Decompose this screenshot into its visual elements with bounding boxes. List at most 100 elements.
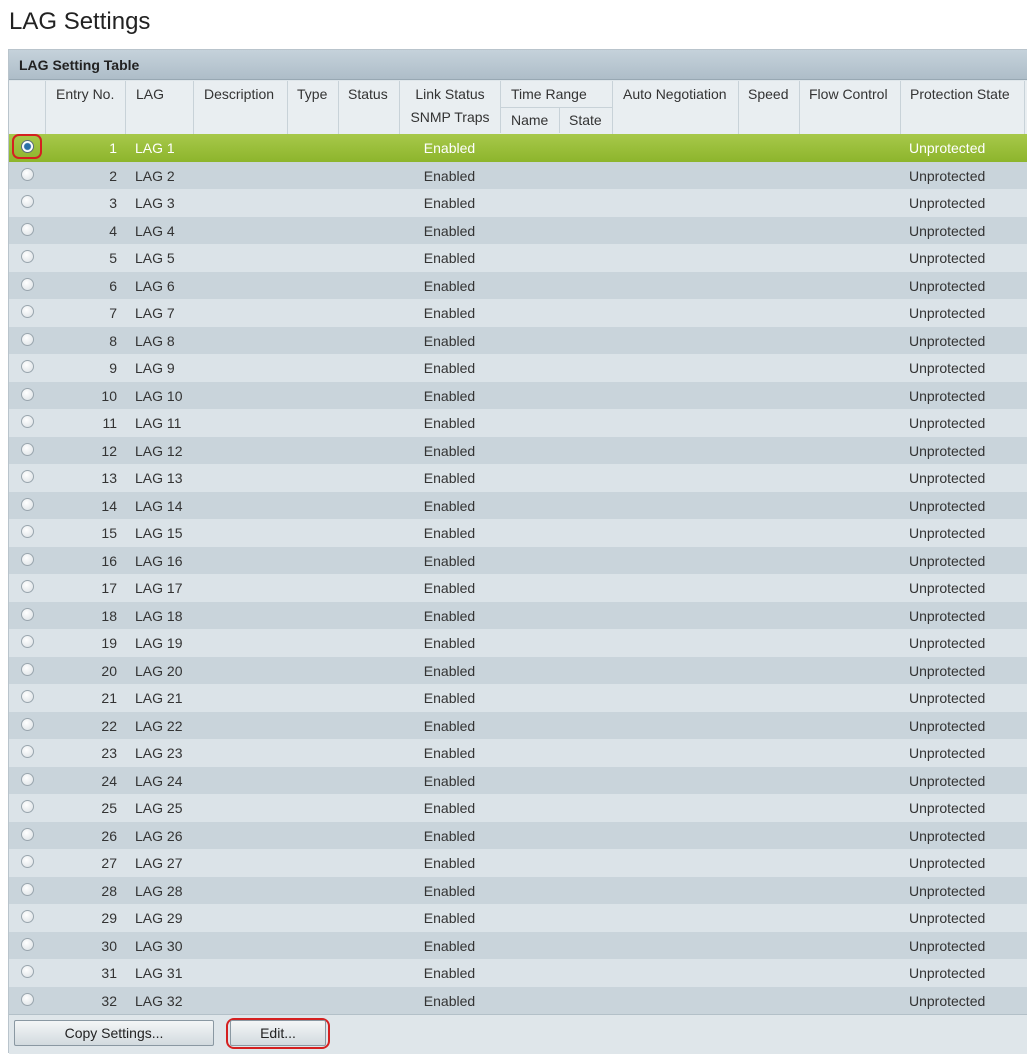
protection-state-cell: Unprotected bbox=[909, 910, 986, 926]
row-select-radio[interactable] bbox=[21, 882, 34, 896]
table-row[interactable]: 12 LAG 12 Enabled Unprotected bbox=[9, 436, 1027, 464]
protection-state-cell: Unprotected bbox=[909, 965, 986, 981]
header-speed: Speed bbox=[738, 81, 799, 134]
table-row[interactable]: 32 LAG 32 Enabled Unprotected bbox=[9, 986, 1027, 1014]
table-row[interactable]: 22 LAG 22 Enabled Unprotected bbox=[9, 711, 1027, 739]
link-status-cell: Enabled bbox=[423, 250, 476, 266]
row-select-radio[interactable] bbox=[21, 497, 34, 511]
protection-state-cell: Unprotected bbox=[909, 167, 986, 184]
entry-no-cell: 8 bbox=[109, 332, 117, 349]
table-row[interactable]: 6 LAG 6 Enabled Unprotected bbox=[9, 271, 1027, 299]
edit-button[interactable]: Edit... bbox=[230, 1020, 326, 1046]
table-row[interactable]: 15 LAG 15 Enabled Unprotected bbox=[9, 519, 1027, 547]
protection-state-cell: Unprotected bbox=[909, 195, 986, 211]
link-status-cell: Enabled bbox=[423, 305, 476, 321]
entry-no-cell: 9 bbox=[109, 360, 117, 376]
table-row[interactable]: 1 LAG 1 Enabled Unprotected bbox=[9, 134, 1027, 162]
lag-setting-table-panel: LAG Setting Table Entry No. LAG Descript… bbox=[8, 49, 1027, 1054]
table-row[interactable]: 16 LAG 16 Enabled Unprotected bbox=[9, 546, 1027, 574]
protection-state-cell: Unprotected bbox=[909, 525, 986, 541]
table-row[interactable]: 14 LAG 14 Enabled Unprotected bbox=[9, 491, 1027, 519]
row-select-radio[interactable] bbox=[21, 250, 34, 263]
copy-settings-button[interactable]: Copy Settings... bbox=[14, 1020, 214, 1046]
table-row[interactable]: 21 LAG 21 Enabled Unprotected bbox=[9, 684, 1027, 712]
row-select-radio[interactable] bbox=[21, 415, 34, 428]
table-row[interactable]: 13 LAG 13 Enabled Unprotected bbox=[9, 464, 1027, 492]
row-select-radio[interactable] bbox=[21, 442, 34, 456]
row-select-radio[interactable] bbox=[21, 525, 34, 538]
table-row[interactable]: 19 LAG 19 Enabled Unprotected bbox=[9, 629, 1027, 657]
link-status-cell: Enabled bbox=[423, 910, 476, 926]
row-select-radio[interactable] bbox=[21, 855, 34, 868]
protection-state-cell: Unprotected bbox=[909, 882, 986, 899]
row-select-radio[interactable] bbox=[21, 690, 34, 703]
link-status-cell: Enabled bbox=[423, 470, 476, 486]
table-row[interactable]: 31 LAG 31 Enabled Unprotected bbox=[9, 959, 1027, 987]
row-select-radio[interactable] bbox=[21, 470, 34, 483]
table-row[interactable]: 3 LAG 3 Enabled Unprotected bbox=[9, 189, 1027, 217]
row-select-radio[interactable] bbox=[21, 745, 34, 758]
protection-state-cell: Unprotected bbox=[909, 332, 986, 349]
lag-cell: LAG 18 bbox=[135, 607, 183, 624]
table-row[interactable]: 9 LAG 9 Enabled Unprotected bbox=[9, 354, 1027, 382]
row-select-radio[interactable] bbox=[21, 800, 34, 813]
table-row[interactable]: 17 LAG 17 Enabled Unprotected bbox=[9, 574, 1027, 602]
table-row[interactable]: 24 LAG 24 Enabled Unprotected bbox=[9, 766, 1027, 794]
row-select-radio[interactable] bbox=[21, 387, 34, 401]
row-select-radio[interactable] bbox=[21, 580, 34, 593]
table-row[interactable]: 25 LAG 25 Enabled Unprotected bbox=[9, 794, 1027, 822]
protection-state-cell: Unprotected bbox=[909, 800, 986, 816]
table-row[interactable]: 26 LAG 26 Enabled Unprotected bbox=[9, 821, 1027, 849]
row-select-radio[interactable] bbox=[21, 607, 34, 621]
row-select-radio[interactable] bbox=[21, 827, 34, 841]
row-select-radio[interactable] bbox=[21, 635, 34, 648]
entry-no-cell: 11 bbox=[102, 415, 117, 431]
table-row[interactable]: 10 LAG 10 Enabled Unprotected bbox=[9, 381, 1027, 409]
protection-state-cell: Unprotected bbox=[909, 442, 986, 459]
row-select-radio[interactable] bbox=[21, 332, 34, 346]
table-row[interactable]: 7 LAG 7 Enabled Unprotected bbox=[9, 299, 1027, 327]
table-row[interactable]: 29 LAG 29 Enabled Unprotected bbox=[9, 904, 1027, 932]
lag-cell: LAG 10 bbox=[135, 387, 183, 404]
lag-cell: LAG 12 bbox=[135, 442, 183, 459]
table-row[interactable]: 4 LAG 4 Enabled Unprotected bbox=[9, 216, 1027, 244]
entry-no-cell: 30 bbox=[101, 937, 117, 954]
row-select-radio[interactable] bbox=[21, 992, 34, 1006]
row-select-radio[interactable] bbox=[21, 222, 34, 236]
row-select-radio[interactable] bbox=[21, 772, 34, 786]
table-row[interactable]: 11 LAG 11 Enabled Unprotected bbox=[9, 409, 1027, 437]
row-select-radio[interactable] bbox=[21, 910, 34, 923]
table-row[interactable]: 23 LAG 23 Enabled Unprotected bbox=[9, 739, 1027, 767]
entry-no-cell: 5 bbox=[109, 250, 117, 266]
table-row[interactable]: 28 LAG 28 Enabled Unprotected bbox=[9, 876, 1027, 904]
page-title: LAG Settings bbox=[9, 8, 151, 35]
table-row[interactable]: 20 LAG 20 Enabled Unprotected bbox=[9, 656, 1027, 684]
row-select-radio[interactable] bbox=[21, 360, 34, 373]
protection-state-cell: Unprotected bbox=[909, 717, 986, 734]
row-select-radio[interactable] bbox=[21, 552, 34, 566]
row-select-radio[interactable] bbox=[21, 662, 34, 676]
row-select-radio[interactable] bbox=[21, 937, 34, 951]
link-status-cell: Enabled bbox=[423, 277, 476, 294]
row-select-radio[interactable] bbox=[21, 195, 34, 208]
link-status-cell: Enabled bbox=[423, 992, 476, 1009]
entry-no-cell: 16 bbox=[101, 552, 117, 569]
row-select-radio[interactable] bbox=[21, 717, 34, 731]
table-row[interactable]: 18 LAG 18 Enabled Unprotected bbox=[9, 601, 1027, 629]
protection-state-cell: Unprotected bbox=[909, 580, 986, 596]
link-status-cell: Enabled bbox=[423, 167, 476, 184]
row-select-radio[interactable] bbox=[21, 965, 34, 978]
row-select-radio[interactable] bbox=[21, 305, 34, 318]
row-select-radio[interactable] bbox=[21, 277, 34, 291]
link-status-cell: Enabled bbox=[423, 717, 476, 734]
entry-no-cell: 21 bbox=[101, 690, 117, 706]
table-row[interactable]: 2 LAG 2 Enabled Unprotected bbox=[9, 161, 1027, 189]
table-row[interactable]: 5 LAG 5 Enabled Unprotected bbox=[9, 244, 1027, 272]
link-status-cell: Enabled bbox=[423, 937, 476, 954]
row-select-radio[interactable] bbox=[21, 140, 34, 153]
table-row[interactable]: 27 LAG 27 Enabled Unprotected bbox=[9, 849, 1027, 877]
table-row[interactable]: 8 LAG 8 Enabled Unprotected bbox=[9, 326, 1027, 354]
row-select-radio[interactable] bbox=[21, 167, 34, 181]
table-row[interactable]: 30 LAG 30 Enabled Unprotected bbox=[9, 931, 1027, 959]
entry-no-cell: 3 bbox=[109, 195, 117, 211]
